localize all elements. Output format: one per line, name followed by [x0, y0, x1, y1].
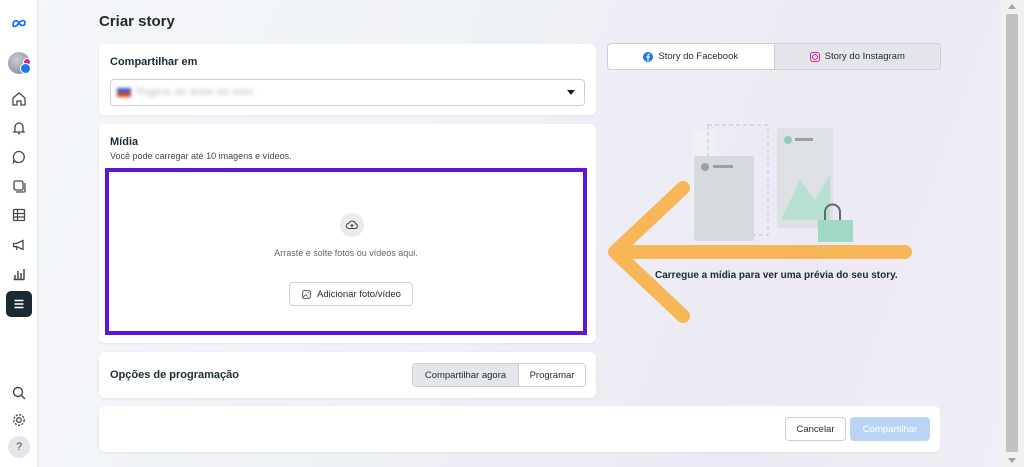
- page-title: Criar story: [99, 13, 175, 30]
- megaphone-icon[interactable]: [7, 233, 31, 257]
- share-to-label: Compartilhar em: [110, 56, 198, 68]
- share-button[interactable]: Compartilhar: [850, 417, 930, 441]
- media-subtitle: Você pode carregar até 10 imagens e víde…: [110, 151, 292, 161]
- preview-tabs: Story do Facebook Story do Instagram: [607, 43, 941, 70]
- facebook-icon: [643, 51, 654, 62]
- grid-table-icon[interactable]: [7, 203, 31, 227]
- scroll-thumb[interactable]: [1006, 14, 1018, 452]
- share-to-card: Compartilhar em Pagina de teste do sítio: [99, 44, 596, 115]
- footer-bar: Cancelar Compartilhar: [99, 406, 940, 452]
- search-icon[interactable]: [7, 381, 31, 405]
- share-now-option[interactable]: Compartilhar agora: [413, 364, 519, 386]
- facebook-badge-icon: [20, 63, 31, 74]
- tab-facebook-story-label: Story do Facebook: [658, 51, 739, 62]
- media-card: Mídia Você pode carregar até 10 imagens …: [99, 124, 596, 343]
- menu-icon[interactable]: [6, 291, 32, 317]
- dropzone-text: Arraste e solte fotos ou vídeos aqui.: [274, 248, 418, 258]
- media-dropzone[interactable]: Arraste e solte fotos ou vídeos aqui. Ad…: [105, 168, 587, 335]
- tab-instagram-story[interactable]: Story do Instagram: [773, 44, 940, 69]
- cancel-button[interactable]: Cancelar: [785, 417, 846, 441]
- instagram-icon: [809, 51, 820, 62]
- schedule-segmented-control: Compartilhar agora Programar: [412, 363, 586, 387]
- add-photo-video-button[interactable]: Adicionar foto/vídeo: [289, 282, 413, 306]
- help-icon[interactable]: ?: [8, 436, 30, 458]
- left-nav-rail: ?: [0, 0, 38, 467]
- caret-down-icon: [567, 90, 575, 95]
- schedule-options-card: Opções de programação Compartilhar agora…: [99, 352, 596, 398]
- schedule-option[interactable]: Programar: [519, 364, 585, 386]
- pages-icon[interactable]: [7, 174, 31, 198]
- page-avatar: [117, 88, 131, 97]
- home-icon[interactable]: [7, 87, 31, 111]
- meta-logo-icon[interactable]: [7, 11, 31, 35]
- bell-icon[interactable]: [7, 116, 31, 140]
- vertical-scrollbar[interactable]: [1001, 0, 1024, 467]
- add-photo-video-label: Adicionar foto/vídeo: [317, 288, 401, 300]
- bar-chart-icon[interactable]: [7, 262, 31, 286]
- gear-icon[interactable]: [7, 408, 31, 432]
- share-to-selected-value: Pagina de teste do sítio: [137, 87, 254, 98]
- tab-facebook-story[interactable]: Story do Facebook: [608, 44, 774, 69]
- chat-bubble-icon[interactable]: [7, 145, 31, 169]
- scroll-down-arrow-icon[interactable]: [1008, 458, 1016, 463]
- share-to-select[interactable]: Pagina de teste do sítio: [110, 79, 585, 106]
- help-label: ?: [15, 441, 23, 453]
- scroll-up-arrow-icon[interactable]: [1008, 4, 1016, 9]
- schedule-options-label: Opções de programação: [110, 369, 239, 381]
- tab-instagram-story-label: Story do Instagram: [824, 51, 905, 62]
- media-label: Mídia: [110, 136, 139, 148]
- photo-add-icon: [302, 289, 311, 299]
- annotation-arrow-icon: [608, 181, 912, 323]
- cloud-upload-icon: [340, 213, 364, 237]
